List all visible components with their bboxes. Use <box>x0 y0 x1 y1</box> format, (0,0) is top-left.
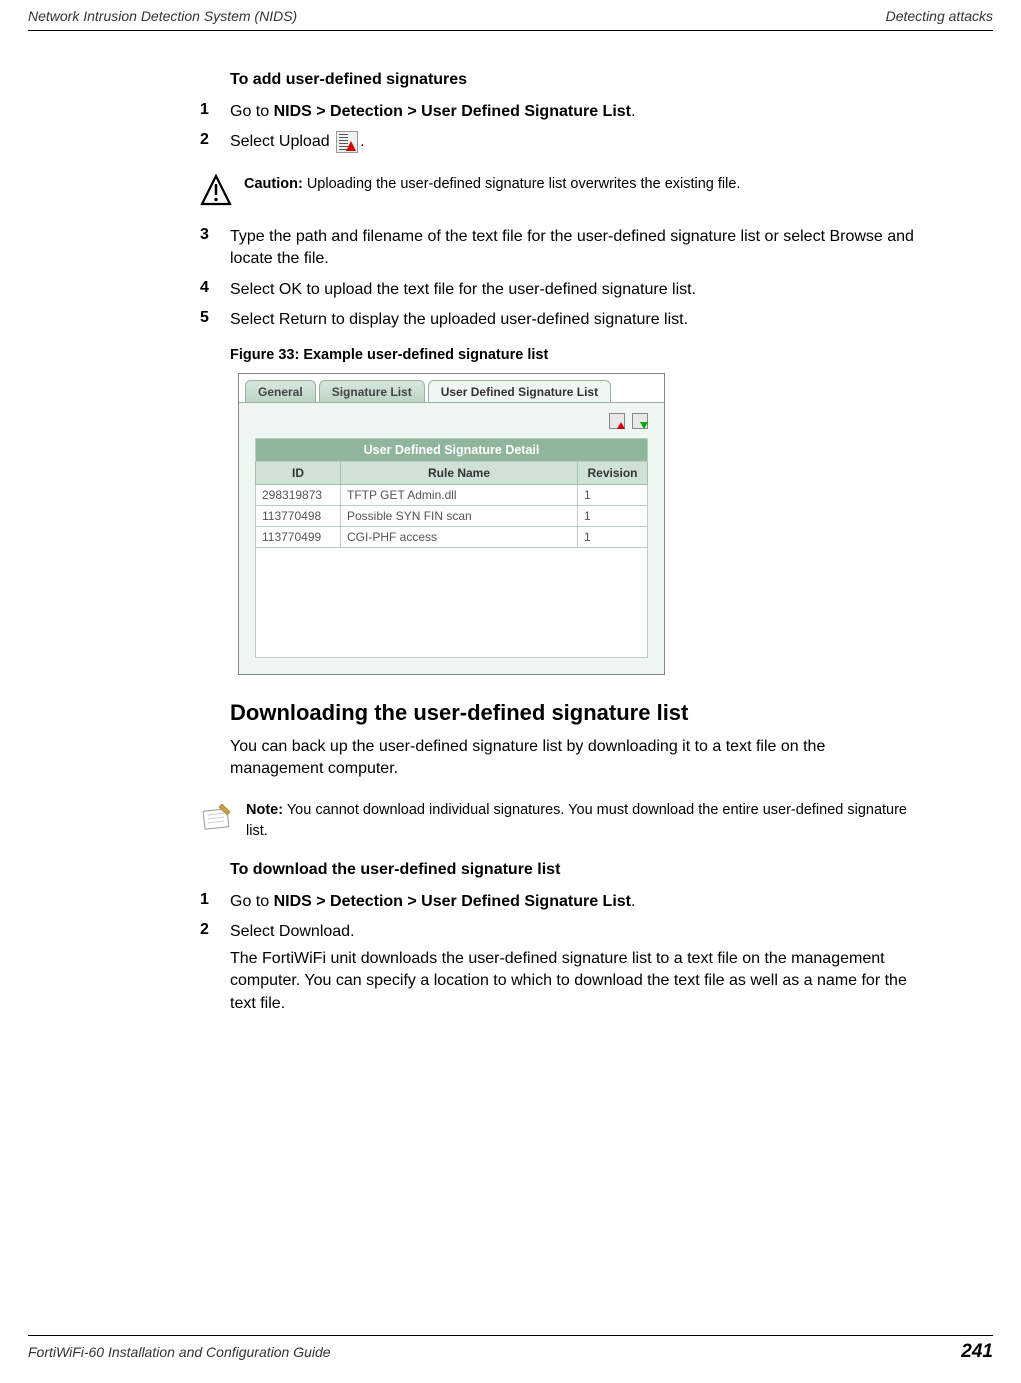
step-2a: 2 Select Upload . <box>200 131 921 154</box>
add-signatures-title: To add user-defined signatures <box>230 71 921 89</box>
step-number: 2 <box>200 921 230 939</box>
step-text: Select Upload . <box>230 131 921 154</box>
tab-general[interactable]: General <box>245 380 316 402</box>
cell-rev: 1 <box>578 505 648 526</box>
col-rule-name: Rule Name <box>341 461 578 484</box>
cell-id: 113770499 <box>256 526 341 547</box>
step-number: 1 <box>200 101 230 119</box>
cell-rev: 1 <box>578 484 648 505</box>
signature-table: User Defined Signature Detail ID Rule Na… <box>255 438 648 658</box>
empty-space <box>256 547 648 657</box>
step-number: 3 <box>200 226 230 244</box>
table-empty-area <box>256 547 648 657</box>
tab-body: User Defined Signature Detail ID Rule Na… <box>239 402 664 674</box>
step-number: 1 <box>200 891 230 909</box>
warning-icon <box>200 174 232 206</box>
step-4: 4 Select OK to upload the text file for … <box>200 279 921 301</box>
step-5: 5 Select Return to display the uploaded … <box>200 309 921 331</box>
col-revision: Revision <box>578 461 648 484</box>
step-1c: 1 Go to NIDS > Detection > User Defined … <box>200 891 921 913</box>
header-right: Detecting attacks <box>886 8 993 24</box>
download-intro: You can back up the user-defined signatu… <box>230 736 921 781</box>
page-footer: FortiWiFi-60 Installation and Configurat… <box>0 1335 1021 1363</box>
cell-id: 298319873 <box>256 484 341 505</box>
table-title-row: User Defined Signature Detail <box>256 438 648 461</box>
download-sub-title: To download the user-defined signature l… <box>230 861 921 879</box>
step-text: Select Download. The FortiWiFi unit down… <box>230 921 921 1015</box>
step-2c: 2 Select Download. The FortiWiFi unit do… <box>200 921 921 1015</box>
cell-name: Possible SYN FIN scan <box>341 505 578 526</box>
action-icons <box>255 413 648 438</box>
step-text: Go to NIDS > Detection > User Defined Si… <box>230 891 921 913</box>
cell-rev: 1 <box>578 526 648 547</box>
upload-icon <box>336 131 358 153</box>
step-text: Type the path and filename of the text f… <box>230 226 921 271</box>
col-id: ID <box>256 461 341 484</box>
table-title: User Defined Signature Detail <box>256 438 648 461</box>
step-1a: 1 Go to NIDS > Detection > User Defined … <box>200 101 921 123</box>
step-number: 5 <box>200 309 230 327</box>
footer-rule <box>28 1335 993 1336</box>
download-heading: Downloading the user-defined signature l… <box>230 700 921 726</box>
table-row: 298319873 TFTP GET Admin.dll 1 <box>256 484 648 505</box>
step-number: 2 <box>200 131 230 149</box>
note-icon <box>200 800 236 830</box>
cell-name: CGI-PHF access <box>341 526 578 547</box>
figure-screenshot: General Signature List User Defined Sign… <box>238 373 665 675</box>
content-area: To add user-defined signatures 1 Go to N… <box>0 31 1021 1015</box>
footer-title: FortiWiFi-60 Installation and Configurat… <box>28 1344 331 1360</box>
cell-id: 113770498 <box>256 505 341 526</box>
table-header-row: ID Rule Name Revision <box>256 461 648 484</box>
step-3: 3 Type the path and filename of the text… <box>200 226 921 271</box>
tabs-row: General Signature List User Defined Sign… <box>239 374 664 402</box>
page-number: 241 <box>961 1341 993 1363</box>
header-left: Network Intrusion Detection System (NIDS… <box>28 8 297 24</box>
step-text: Select OK to upload the text file for th… <box>230 279 921 301</box>
step-text: Select Return to display the uploaded us… <box>230 309 921 331</box>
step-number: 4 <box>200 279 230 297</box>
note-callout: Note: You cannot download individual sig… <box>200 800 921 841</box>
cell-name: TFTP GET Admin.dll <box>341 484 578 505</box>
tab-user-defined-signature-list[interactable]: User Defined Signature List <box>428 380 611 402</box>
tab-signature-list[interactable]: Signature List <box>319 380 425 402</box>
caution-text: Caution: Uploading the user-defined sign… <box>244 174 921 194</box>
figure-caption: Figure 33: Example user-defined signatur… <box>230 347 921 363</box>
step-text: Go to NIDS > Detection > User Defined Si… <box>230 101 921 123</box>
table-row: 113770498 Possible SYN FIN scan 1 <box>256 505 648 526</box>
caution-callout: Caution: Uploading the user-defined sign… <box>200 174 921 206</box>
upload-icon[interactable] <box>609 413 625 429</box>
download-icon[interactable] <box>632 413 648 429</box>
page-header: Network Intrusion Detection System (NIDS… <box>0 0 1021 27</box>
table-row: 113770499 CGI-PHF access 1 <box>256 526 648 547</box>
note-text: Note: You cannot download individual sig… <box>246 800 921 841</box>
